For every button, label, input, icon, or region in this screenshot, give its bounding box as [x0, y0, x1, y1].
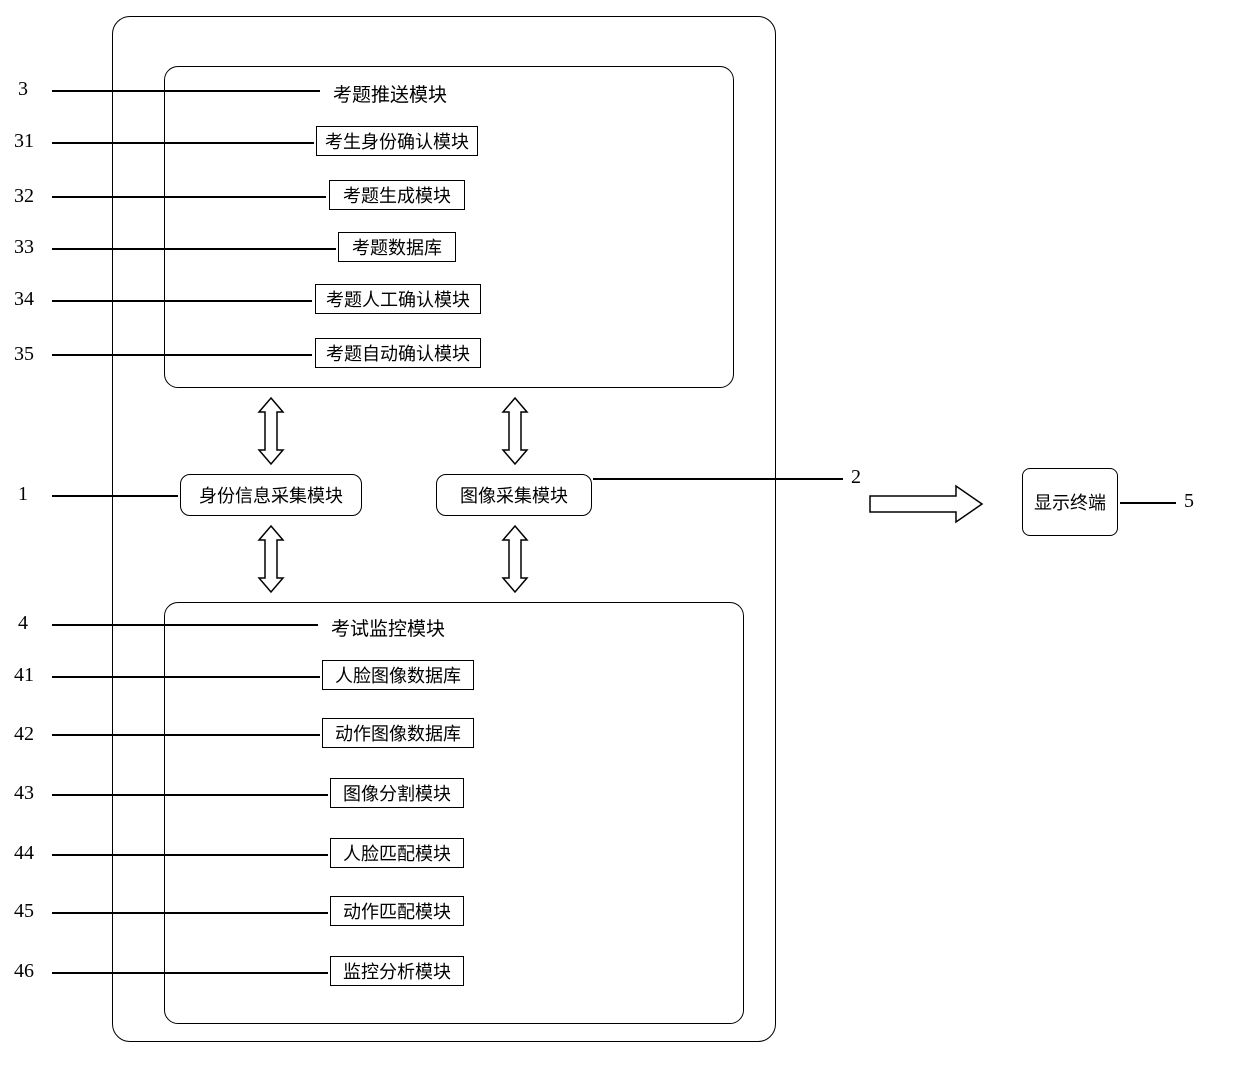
label-4: 4 [18, 612, 28, 635]
leader-line [593, 478, 843, 480]
label-43: 43 [14, 782, 34, 805]
module-bottom-5: 动作匹配模块 [330, 896, 464, 926]
bidir-arrow-icon [491, 396, 539, 466]
module-mid-right: 图像采集模块 [436, 474, 592, 516]
module-bottom-4: 人脸匹配模块 [330, 838, 464, 868]
leader-line [52, 734, 320, 736]
module-top-5: 考题自动确认模块 [315, 338, 481, 368]
label-45: 45 [14, 900, 34, 923]
leader-line [52, 142, 314, 144]
module-top-1: 考生身份确认模块 [316, 126, 478, 156]
terminal-box: 显示终端 [1022, 468, 1118, 536]
label-35: 35 [14, 343, 34, 366]
label-41: 41 [14, 664, 34, 687]
module-top-4: 考题人工确认模块 [315, 284, 481, 314]
leader-line [52, 354, 312, 356]
module-mid-left: 身份信息采集模块 [180, 474, 362, 516]
label-31: 31 [14, 130, 34, 153]
module-bottom-3: 图像分割模块 [330, 778, 464, 808]
leader-line [1120, 502, 1176, 504]
label-32: 32 [14, 185, 34, 208]
label-44: 44 [14, 842, 34, 865]
leader-line [52, 794, 328, 796]
module-top-3: 考题数据库 [338, 232, 456, 262]
leader-line [52, 495, 178, 497]
right-arrow-icon [866, 480, 986, 528]
bidir-arrow-icon [247, 396, 295, 466]
bidir-arrow-icon [247, 524, 295, 594]
label-33: 33 [14, 236, 34, 259]
module-top-2: 考题生成模块 [329, 180, 465, 210]
leader-line [52, 972, 328, 974]
leader-line [52, 854, 328, 856]
leader-line [52, 90, 320, 92]
label-3: 3 [18, 78, 28, 101]
leader-line [52, 248, 336, 250]
module-bottom-2: 动作图像数据库 [322, 718, 474, 748]
leader-line [52, 196, 326, 198]
label-46: 46 [14, 960, 34, 983]
label-34: 34 [14, 288, 34, 311]
bidir-arrow-icon [491, 524, 539, 594]
label-1: 1 [18, 483, 28, 506]
leader-line [52, 912, 328, 914]
label-42: 42 [14, 723, 34, 746]
label-2: 2 [851, 466, 861, 489]
module-bottom-6: 监控分析模块 [330, 956, 464, 986]
leader-line [52, 676, 320, 678]
leader-line [52, 624, 318, 626]
top-frame-title: 考题推送模块 [322, 80, 458, 107]
label-5: 5 [1184, 490, 1194, 513]
bottom-frame-title: 考试监控模块 [320, 614, 456, 641]
leader-line [52, 300, 312, 302]
module-bottom-1: 人脸图像数据库 [322, 660, 474, 690]
